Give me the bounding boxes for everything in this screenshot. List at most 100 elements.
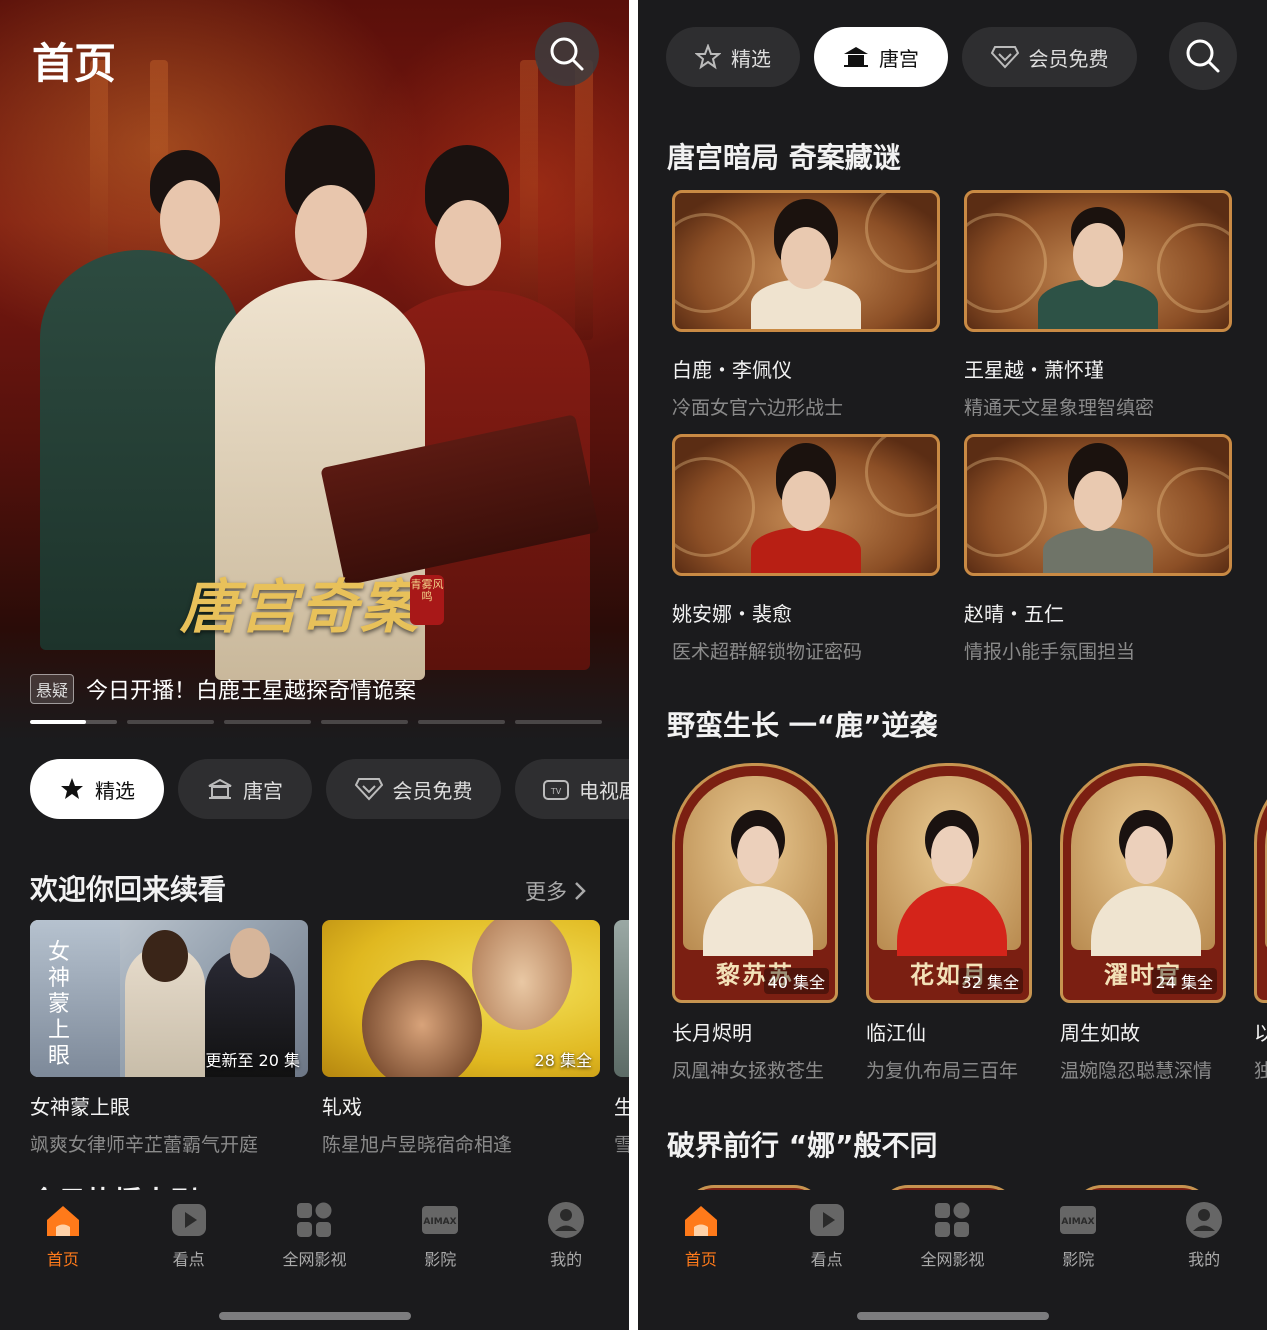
card-subtitle: 陈星旭卢昱晓宿命相逢 (322, 1134, 513, 1156)
section-title: 破界前行 “娜”般不同 (667, 1129, 938, 1162)
chip-label: 精选 (95, 778, 135, 803)
drama-row: 黎苏苏 40 集全 长月烬明 凤凰神女拯救苍生 花如月 32 集全 临江仙 为复… (672, 763, 1267, 1083)
card-subtitle: 温婉隐忍聪慧深情 (1060, 1060, 1213, 1082)
nav-label: 看点 (172, 1250, 205, 1269)
video-card[interactable]: 女神蒙上眼 更新至 20 集 女神蒙上眼 飒爽女律师辛芷蕾霸气开庭 (30, 920, 308, 1157)
episode-badge: 28 集全 (534, 1051, 592, 1070)
search-icon (550, 37, 584, 71)
card-subtitle: 飒爽女律师辛芷蕾霸气开庭 (30, 1134, 259, 1156)
chevron-right-icon (575, 882, 586, 900)
nav-label: 全网影视 (920, 1250, 985, 1269)
imax-icon: AIMAX (1060, 1206, 1097, 1234)
bottom-nav: 首页 看点 全网影视 AIMAX 影院 我的 (638, 1190, 1267, 1330)
hero-banner[interactable]: 首页 唐宫奇案 青雾风鸣 悬疑 今日开播！白鹿王星越探奇情诡案 (0, 0, 629, 740)
character-card[interactable]: 王星越・萧怀瑾 精通天文星象理智缜密 (964, 190, 1234, 420)
home-indicator (857, 1312, 1049, 1320)
hero-seal: 青雾风鸣 (410, 575, 444, 625)
card-title: 临江仙 (866, 1021, 926, 1045)
grid-icon (297, 1202, 332, 1237)
left-screen: 首页 唐宫奇案 青雾风鸣 悬疑 今日开播！白鹿王星越探奇情诡案 精选 唐宫 会员… (0, 0, 629, 1330)
imax-icon: AIMAX (422, 1206, 459, 1234)
poster: 28 集全 (322, 920, 600, 1077)
carousel-dot (418, 720, 505, 724)
card-title: 女神蒙上眼 (30, 1095, 130, 1119)
character-card[interactable]: 赵晴・五仁 情报小能手氛围担当 (964, 434, 1234, 664)
grid-icon (935, 1202, 970, 1237)
more-link[interactable]: 更多 (525, 876, 587, 906)
nav-all-videos[interactable]: 全网影视 (259, 1200, 369, 1270)
role-poster: 花如月 32 集全 (866, 763, 1032, 1003)
character-artwork (672, 190, 940, 332)
hero-caption-text: 今日开播！白鹿王星越探奇情诡案 (86, 679, 417, 704)
nav-cinema[interactable]: AIMAX 影院 (385, 1200, 495, 1270)
more-label: 更多 (525, 880, 567, 904)
search-icon (1186, 39, 1220, 73)
card-title: 长月烬明 (672, 1021, 752, 1045)
play-icon (809, 1204, 844, 1236)
home-indicator (219, 1312, 411, 1320)
palace-icon (208, 778, 232, 799)
episode-badge: 24 集全 (1151, 968, 1217, 994)
video-card[interactable]: 生 雪 (614, 920, 629, 1157)
drama-card[interactable]: 花如月 32 集全 临江仙 为复仇布局三百年 (866, 763, 1032, 1083)
chip-tanggong[interactable]: 唐宫 (814, 27, 948, 87)
character-card[interactable]: 姚安娜・裴愈 医术超群解锁物证密码 (672, 434, 942, 664)
nav-highlights[interactable]: 看点 (772, 1200, 882, 1270)
chip-featured[interactable]: 精选 (666, 27, 800, 87)
chip-vip-free[interactable]: 会员免费 (962, 27, 1137, 87)
drama-card[interactable]: 濯时官 24 集全 周生如故 温婉隐忍聪慧深情 (1060, 763, 1226, 1083)
episode-badge: 32 集全 (957, 968, 1023, 994)
nav-home[interactable]: 首页 (8, 1200, 118, 1270)
character-artwork (964, 434, 1232, 576)
search-button[interactable] (535, 22, 599, 86)
star-icon (695, 44, 721, 70)
nav-home[interactable]: 首页 (646, 1200, 756, 1270)
nav-profile[interactable]: 我的 (511, 1200, 621, 1270)
chip-vip-free[interactable]: 会员免费 (326, 759, 501, 819)
chip-tv[interactable]: TV 电视剧 (515, 759, 629, 819)
chip-label: 唐宫 (879, 46, 919, 71)
nav-profile[interactable]: 我的 (1149, 1200, 1259, 1270)
poster (614, 920, 629, 1077)
nav-label: 影院 (1062, 1250, 1095, 1269)
nav-label: 我的 (550, 1250, 583, 1269)
card-title: 以 (1254, 1021, 1267, 1045)
carousel-dot (127, 720, 214, 724)
card-subtitle: 为复仇布局三百年 (866, 1060, 1019, 1082)
video-card[interactable]: 28 集全 轧戏 陈星旭卢昱晓宿命相逢 (322, 920, 600, 1157)
nav-all-videos[interactable]: 全网影视 (897, 1200, 1007, 1270)
card-title: 周生如故 (1060, 1021, 1140, 1045)
carousel-dot (515, 720, 602, 724)
right-screen: 精选 唐宫 会员免费 唐宫暗局 奇案藏谜 白鹿・李佩仪 冷面女官六边形战士 王星… (638, 0, 1267, 1330)
continue-row: 女神蒙上眼 更新至 20 集 女神蒙上眼 飒爽女律师辛芷蕾霸气开庭 28 集全 … (30, 920, 629, 1157)
card-subtitle: 医术超群解锁物证密码 (672, 641, 863, 663)
card-subtitle: 雪 (614, 1134, 629, 1156)
svg-text:TV: TV (550, 787, 562, 796)
chip-label: 唐宫 (243, 778, 283, 803)
nav-label: 影院 (424, 1250, 457, 1269)
search-button[interactable] (1169, 22, 1237, 90)
role-poster: 濯时官 24 集全 (1060, 763, 1226, 1003)
page-title: 首页 (32, 39, 117, 88)
chip-label: 精选 (731, 46, 771, 71)
card-subtitle: 独 (1254, 1060, 1267, 1082)
bottom-nav: 首页 看点 全网影视 AIMAX 影院 我的 (0, 1190, 629, 1330)
nav-cinema[interactable]: AIMAX 影院 (1023, 1200, 1133, 1270)
nav-label: 全网影视 (282, 1250, 347, 1269)
drama-card[interactable]: 黎苏苏 40 集全 长月烬明 凤凰神女拯救苍生 (672, 763, 838, 1083)
star-icon (61, 778, 83, 799)
character-artwork (964, 190, 1232, 332)
chip-featured[interactable]: 精选 (30, 759, 164, 819)
card-title: 赵晴・五仁 (964, 602, 1064, 626)
nav-highlights[interactable]: 看点 (134, 1200, 244, 1270)
hero-logo: 唐宫奇案 (180, 573, 421, 641)
profile-icon (548, 1202, 585, 1238)
drama-card[interactable]: 以 独 (1254, 763, 1267, 1083)
hero-caption[interactable]: 悬疑 今日开播！白鹿王星越探奇情诡案 (30, 673, 416, 705)
character-card[interactable]: 白鹿・李佩仪 冷面女官六边形战士 (672, 190, 942, 420)
section-title: 唐宫暗局 奇案藏谜 (667, 141, 901, 174)
chip-tanggong[interactable]: 唐宫 (178, 759, 312, 819)
svg-text:AIMAX: AIMAX (424, 1217, 457, 1227)
card-title: 王星越・萧怀瑾 (964, 358, 1104, 382)
play-icon (171, 1204, 206, 1236)
